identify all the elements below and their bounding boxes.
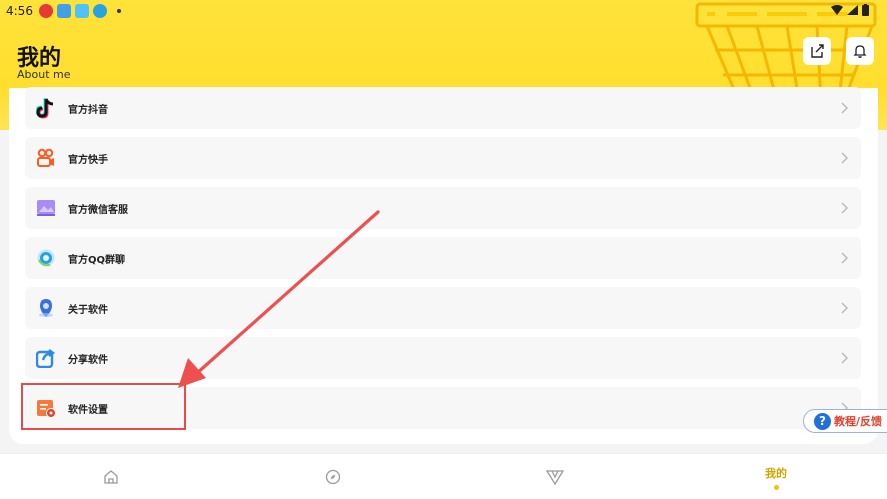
menu-item-official-qq-group[interactable]: 官方QQ群聊 (25, 237, 861, 279)
wechat-service-icon (35, 197, 57, 219)
menu-item-official-douyin[interactable]: 官方抖音 (25, 87, 861, 129)
menu-item-about-software[interactable]: 关于软件 (25, 287, 861, 329)
compass-icon (325, 469, 341, 485)
news-app-icon (38, 4, 53, 18)
chevron-right-icon (841, 202, 848, 214)
share-software-icon (35, 347, 57, 369)
menu-item-label: 官方快手 (68, 154, 108, 166)
tab-me-label: 我的 (765, 466, 787, 480)
menu-item-official-kuaishou[interactable]: 官方快手 (25, 137, 861, 179)
game-app-icon (56, 4, 71, 18)
battery-icon (862, 4, 869, 16)
chevron-right-icon (841, 102, 848, 114)
help-feedback-button[interactable]: ? 教程/反馈 (803, 409, 887, 433)
tab-v[interactable] (525, 454, 585, 499)
menu-item-label: 分享软件 (68, 354, 108, 366)
chevron-right-icon (841, 252, 848, 264)
signal-icon (847, 5, 858, 15)
home-icon (104, 470, 118, 484)
menu-item-official-wechat-service[interactable]: 官方微信客服 (25, 187, 861, 229)
v-logo-icon (546, 470, 564, 485)
kuaishou-icon (35, 147, 57, 169)
download-icon (92, 4, 107, 18)
status-time: 4:56 (6, 4, 33, 18)
tiktok-icon (35, 97, 57, 119)
menu-item-label: 关于软件 (68, 304, 108, 316)
status-bar: 4:56 (0, 0, 887, 22)
tab-home[interactable] (81, 454, 141, 499)
about-icon (35, 297, 57, 319)
share-icon (811, 44, 824, 58)
notification-dot (116, 9, 121, 13)
chevron-right-icon (841, 352, 848, 364)
bottom-tab-bar: 我的 (0, 453, 887, 499)
chevron-right-icon (841, 152, 848, 164)
share-button[interactable] (803, 37, 831, 65)
tab-me[interactable]: 我的 (746, 454, 806, 499)
question-icon: ? (814, 412, 831, 430)
tab-discover[interactable] (303, 454, 363, 499)
active-tab-indicator (773, 484, 779, 490)
chat-app-icon (74, 4, 89, 18)
page-subtitle: About me (17, 68, 71, 81)
bell-icon (853, 45, 867, 58)
notification-button[interactable] (846, 37, 874, 65)
wifi-icon (831, 5, 843, 15)
annotation-highlight-box (21, 383, 186, 430)
menu-item-share-software[interactable]: 分享软件 (25, 337, 861, 379)
help-feedback-label: 教程/反馈 (834, 415, 883, 428)
menu-item-label: 官方微信客服 (68, 204, 128, 216)
chevron-right-icon (841, 302, 848, 314)
menu-item-label: 官方QQ群聊 (68, 254, 126, 266)
menu-item-label: 官方抖音 (68, 104, 108, 116)
qq-group-icon (35, 247, 57, 269)
